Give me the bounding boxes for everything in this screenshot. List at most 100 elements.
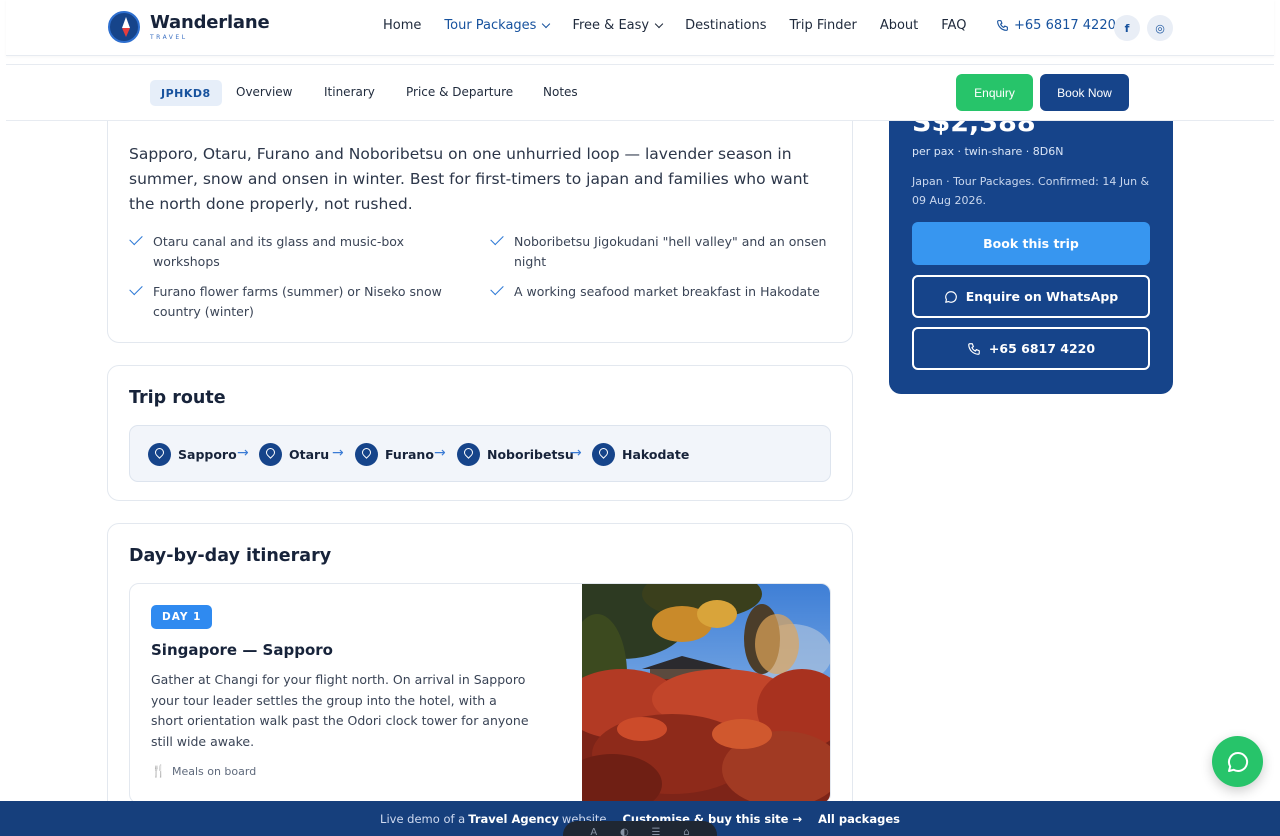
map-pin-icon — [592, 443, 615, 466]
demo-prefix: Live demo of a — [380, 811, 466, 826]
compass-icon — [108, 11, 140, 43]
nav-destinations-label: Destinations — [685, 18, 767, 33]
overview-text: Sapporo, Otaru, Furano and Noboribetsu o… — [129, 145, 809, 213]
chevron-down-icon — [542, 19, 551, 29]
day-photo — [582, 584, 830, 803]
route-stop-label: Noboribetsu — [487, 447, 574, 462]
nav-about-label: About — [879, 18, 919, 33]
price-basis: per pax · twin-share · 8D6N — [912, 145, 1064, 158]
map-pin-icon — [355, 443, 378, 466]
map-pin-icon — [259, 443, 282, 466]
instagram-icon[interactable]: ◎ — [1147, 15, 1173, 41]
highlight-text: Furano flower farms (summer) or Niseko s… — [153, 284, 442, 319]
route-stop: Sapporo — [148, 443, 237, 466]
confirmed-dates: Japan · Tour Packages. Confirmed: 14 Jun… — [912, 175, 1150, 207]
site-header: Wanderlane TRAVEL Home Tour Packages Fre… — [6, 0, 1274, 56]
highlight-item: Noboribetsu Jigokudani "hell valley" and… — [490, 231, 834, 272]
facebook-icon[interactable]: f — [1114, 15, 1140, 41]
enquiry-button[interactable]: Enquiry — [956, 74, 1033, 111]
map-pin-icon — [148, 443, 171, 466]
check-icon — [129, 231, 143, 246]
brand-logo[interactable]: Wanderlane TRAVEL — [108, 11, 270, 43]
arrow-right-icon: → — [434, 445, 446, 461]
meals-label: Meals on board — [171, 764, 257, 778]
day-title: Singapore — Sapporo — [151, 641, 333, 659]
chat-bubble-icon — [944, 290, 957, 303]
check-icon — [490, 281, 504, 296]
phone-icon — [997, 20, 1008, 31]
autumn-garden-image — [582, 584, 830, 803]
nav-trip-finder[interactable]: Trip Finder — [789, 18, 856, 33]
call-button-label: +65 6817 4220 — [988, 341, 1096, 356]
arrow-right-icon: → — [332, 445, 344, 461]
package-code-badge: JPHKD8 — [150, 80, 222, 106]
nav-faq[interactable]: FAQ — [941, 18, 966, 33]
day-description: Gather at Changi for your flight north. … — [151, 672, 529, 749]
trip-route-title: Trip route — [129, 388, 226, 408]
day-badge: DAY 1 — [151, 605, 213, 629]
route-stop-label: Otaru — [289, 447, 330, 462]
highlight-text: Noboribetsu Jigokudani "hell valley" and… — [514, 234, 827, 269]
route-stop: Furano — [355, 443, 434, 466]
nav-faq-label: FAQ — [941, 18, 967, 33]
itinerary-card: Day-by-day itinerary DAY 1 Singapore — S… — [107, 523, 853, 836]
brand-tagline: TRAVEL — [150, 33, 188, 41]
header-phone-link[interactable]: +65 6817 4220 — [996, 18, 1116, 33]
tab-itinerary[interactable]: Itinerary — [324, 85, 375, 99]
package-subnav: JPHKD8 Overview Itinerary Price & Depart… — [6, 64, 1274, 121]
tab-notes[interactable]: Notes — [543, 85, 578, 99]
check-icon — [490, 231, 504, 246]
nav-destinations[interactable]: Destinations — [685, 18, 766, 33]
highlight-text: Otaru canal and its glass and music-box … — [153, 234, 404, 269]
overview-card: Sapporo, Otaru, Furano and Noboribetsu o… — [107, 100, 853, 343]
nav-free-and-easy[interactable]: Free & Easy — [572, 18, 664, 33]
call-button[interactable]: +65 6817 4220 — [912, 327, 1150, 370]
route-stop: Otaru — [259, 443, 329, 466]
check-icon — [129, 281, 143, 296]
nav-tour-packages[interactable]: Tour Packages — [444, 18, 551, 33]
whatsapp-enquire-button[interactable]: Enquire on WhatsApp — [912, 275, 1150, 318]
fork-knife-icon: 🍴 — [151, 764, 166, 778]
highlight-text: A working seafood market breakfast in Ha… — [514, 284, 820, 299]
highlight-item: Otaru canal and its glass and music-box … — [129, 231, 453, 272]
price-panel: S$2,388 per pax · twin-share · 8D6N Japa… — [889, 100, 1173, 394]
demo-site-type: Travel Agency — [468, 811, 559, 826]
whatsapp-enquire-label: Enquire on WhatsApp — [965, 289, 1119, 304]
font-icon[interactable]: A — [590, 827, 597, 836]
all-packages-link[interactable]: All packages — [818, 812, 900, 826]
itinerary-day: DAY 1 Singapore — Sapporo Gather at Chan… — [129, 583, 831, 804]
highlight-item: Furano flower farms (summer) or Niseko s… — [129, 281, 453, 322]
main-nav: Home Tour Packages Free & Easy Destinati… — [383, 18, 989, 33]
home-icon[interactable]: ⌂ — [683, 827, 689, 836]
chat-bubble-icon — [1227, 751, 1248, 772]
brand-name: Wanderlane — [150, 11, 270, 33]
highlight-item: A working seafood market breakfast in Ha… — [490, 281, 834, 302]
route-stop: Noboribetsu — [457, 443, 574, 466]
arrow-right-icon: → — [237, 445, 249, 461]
header-phone-number: +65 6817 4220 — [1014, 18, 1116, 33]
route-stop-label: Furano — [385, 447, 434, 462]
whatsapp-chat-fab[interactable] — [1212, 736, 1263, 787]
itinerary-title: Day-by-day itinerary — [129, 546, 332, 566]
palette-icon[interactable]: ◐ — [620, 827, 629, 836]
book-this-trip-label: Book this trip — [983, 236, 1079, 251]
route-stop-label: Hakodate — [622, 447, 690, 462]
nav-trip-finder-label: Trip Finder — [789, 18, 857, 33]
book-this-trip-button[interactable]: Book this trip — [912, 222, 1150, 265]
route-strip: Sapporo → Otaru → Furano → Noboribetsu →… — [129, 425, 831, 482]
nav-home[interactable]: Home — [383, 18, 421, 33]
trip-route-card: Trip route Sapporo → Otaru → Furano → No… — [107, 365, 853, 501]
tab-overview[interactable]: Overview — [236, 85, 293, 99]
chevron-down-icon — [654, 19, 664, 29]
nav-free-and-easy-label: Free & Easy — [572, 18, 650, 33]
route-stop: Hakodate — [592, 443, 689, 466]
nav-about[interactable]: About — [880, 18, 918, 33]
demo-toolbar: A ◐ ☰ ⌂ — [563, 821, 717, 836]
map-pin-icon — [457, 443, 480, 466]
book-now-button[interactable]: Book Now — [1040, 74, 1129, 111]
meals-info: 🍴 Meals on board — [151, 764, 256, 778]
route-stop-label: Sapporo — [178, 447, 237, 462]
menu-icon[interactable]: ☰ — [651, 827, 660, 836]
phone-icon — [968, 342, 980, 355]
tab-price-departure[interactable]: Price & Departure — [406, 85, 513, 99]
